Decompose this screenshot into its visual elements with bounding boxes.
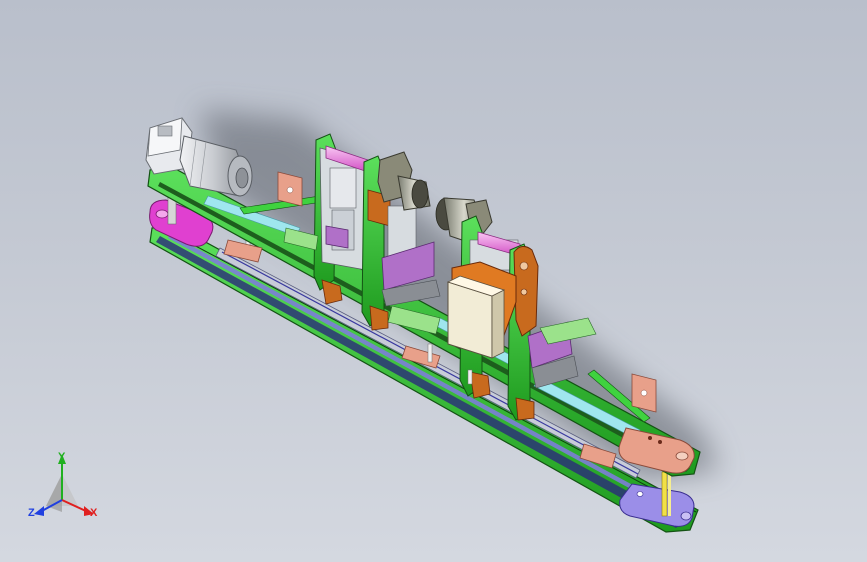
assembly-model[interactable] xyxy=(0,0,867,562)
gear-motor-1[interactable] xyxy=(377,151,431,211)
right-end-plate-lower[interactable] xyxy=(619,483,695,527)
mounting-tab-2[interactable] xyxy=(631,373,657,413)
right-support-posts xyxy=(661,470,671,517)
mounting-tab-1[interactable] xyxy=(277,171,303,207)
cad-viewport[interactable]: Y X Z xyxy=(0,0,867,562)
